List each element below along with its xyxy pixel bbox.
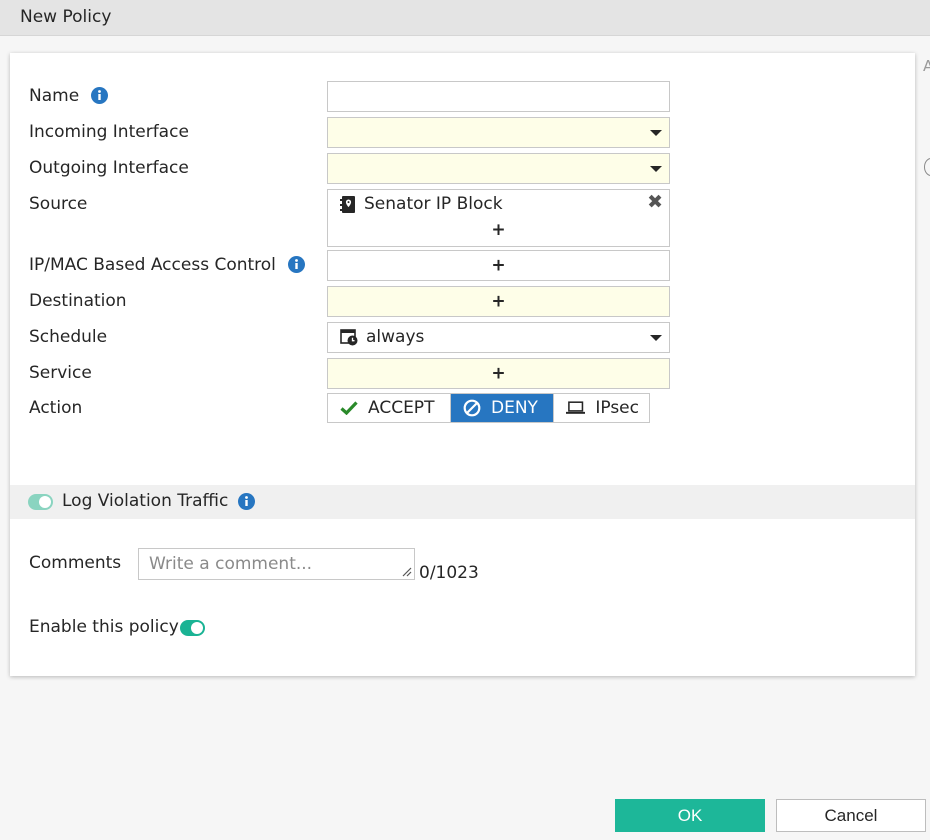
close-icon[interactable]: ✖ bbox=[647, 193, 663, 212]
ipmac-label: IP/MAC Based Access Control bbox=[29, 255, 276, 275]
log-violation-toggle[interactable] bbox=[28, 494, 53, 510]
destination-field[interactable]: + bbox=[327, 286, 670, 317]
action-ipsec-button[interactable]: IPsec bbox=[553, 394, 649, 422]
chevron-down-icon bbox=[650, 166, 662, 172]
schedule-select[interactable]: always bbox=[327, 322, 670, 353]
chevron-down-icon bbox=[650, 335, 662, 341]
schedule-calendar-icon bbox=[340, 329, 358, 346]
ipmac-info-icon[interactable] bbox=[288, 256, 305, 273]
enable-policy-label: Enable this policy bbox=[29, 617, 179, 637]
log-violation-info-icon[interactable] bbox=[238, 493, 255, 510]
ipmac-field[interactable]: + bbox=[327, 250, 670, 281]
chevron-down-icon bbox=[650, 130, 662, 136]
source-field[interactable]: Senator IP Block ✖ + bbox=[327, 189, 670, 247]
edge-letter: A bbox=[923, 57, 930, 75]
incoming-interface-select[interactable] bbox=[327, 117, 670, 148]
dialog-title: New Policy bbox=[20, 7, 112, 27]
comments-char-count: 0/1023 bbox=[419, 563, 479, 583]
action-deny-button[interactable]: DENY bbox=[451, 394, 553, 422]
address-book-icon bbox=[340, 195, 355, 213]
action-accept-label: ACCEPT bbox=[368, 398, 435, 418]
name-input[interactable] bbox=[327, 81, 670, 112]
action-label: Action bbox=[29, 398, 83, 418]
schedule-value: always bbox=[366, 327, 425, 347]
laptop-icon bbox=[566, 401, 586, 414]
log-violation-section: Log Violation Traffic bbox=[10, 485, 915, 519]
resize-grip-icon[interactable] bbox=[402, 567, 412, 577]
service-label: Service bbox=[29, 363, 92, 383]
comments-label: Comments bbox=[29, 553, 122, 573]
policy-form-card: Name Incoming Interface Outgoing Interfa… bbox=[10, 53, 915, 676]
outgoing-interface-select[interactable] bbox=[327, 153, 670, 184]
destination-label: Destination bbox=[29, 291, 127, 311]
comments-placeholder: Write a comment... bbox=[149, 554, 313, 574]
outgoing-interface-label: Outgoing Interface bbox=[29, 158, 189, 178]
schedule-entry: always bbox=[340, 327, 424, 347]
destination-add-button[interactable]: + bbox=[491, 293, 505, 310]
action-toggle-group: ACCEPT DENY IPsec bbox=[327, 393, 650, 423]
deny-icon bbox=[463, 399, 481, 417]
source-add-button[interactable]: + bbox=[491, 222, 505, 239]
source-entry-label: Senator IP Block bbox=[364, 194, 503, 214]
edge-circle-icon bbox=[924, 158, 930, 176]
ipmac-add-button[interactable]: + bbox=[491, 257, 505, 274]
action-accept-button[interactable]: ACCEPT bbox=[328, 394, 451, 422]
ok-button[interactable]: OK bbox=[615, 799, 765, 832]
dialog-titlebar: New Policy bbox=[0, 0, 930, 36]
schedule-label: Schedule bbox=[29, 327, 108, 347]
source-label: Source bbox=[29, 194, 88, 214]
action-deny-label: DENY bbox=[491, 398, 538, 418]
enable-policy-toggle[interactable] bbox=[180, 620, 205, 636]
action-ipsec-label: IPsec bbox=[595, 398, 639, 418]
comments-textarea[interactable]: Write a comment... bbox=[138, 548, 415, 580]
source-entry[interactable]: Senator IP Block bbox=[340, 194, 503, 214]
check-icon bbox=[340, 401, 358, 415]
name-info-icon[interactable] bbox=[91, 87, 108, 104]
service-field[interactable]: + bbox=[327, 358, 670, 389]
name-label: Name bbox=[29, 86, 80, 106]
service-add-button[interactable]: + bbox=[491, 365, 505, 382]
incoming-interface-label: Incoming Interface bbox=[29, 122, 189, 142]
cancel-button[interactable]: Cancel bbox=[776, 799, 926, 832]
log-violation-label: Log Violation Traffic bbox=[62, 491, 229, 511]
